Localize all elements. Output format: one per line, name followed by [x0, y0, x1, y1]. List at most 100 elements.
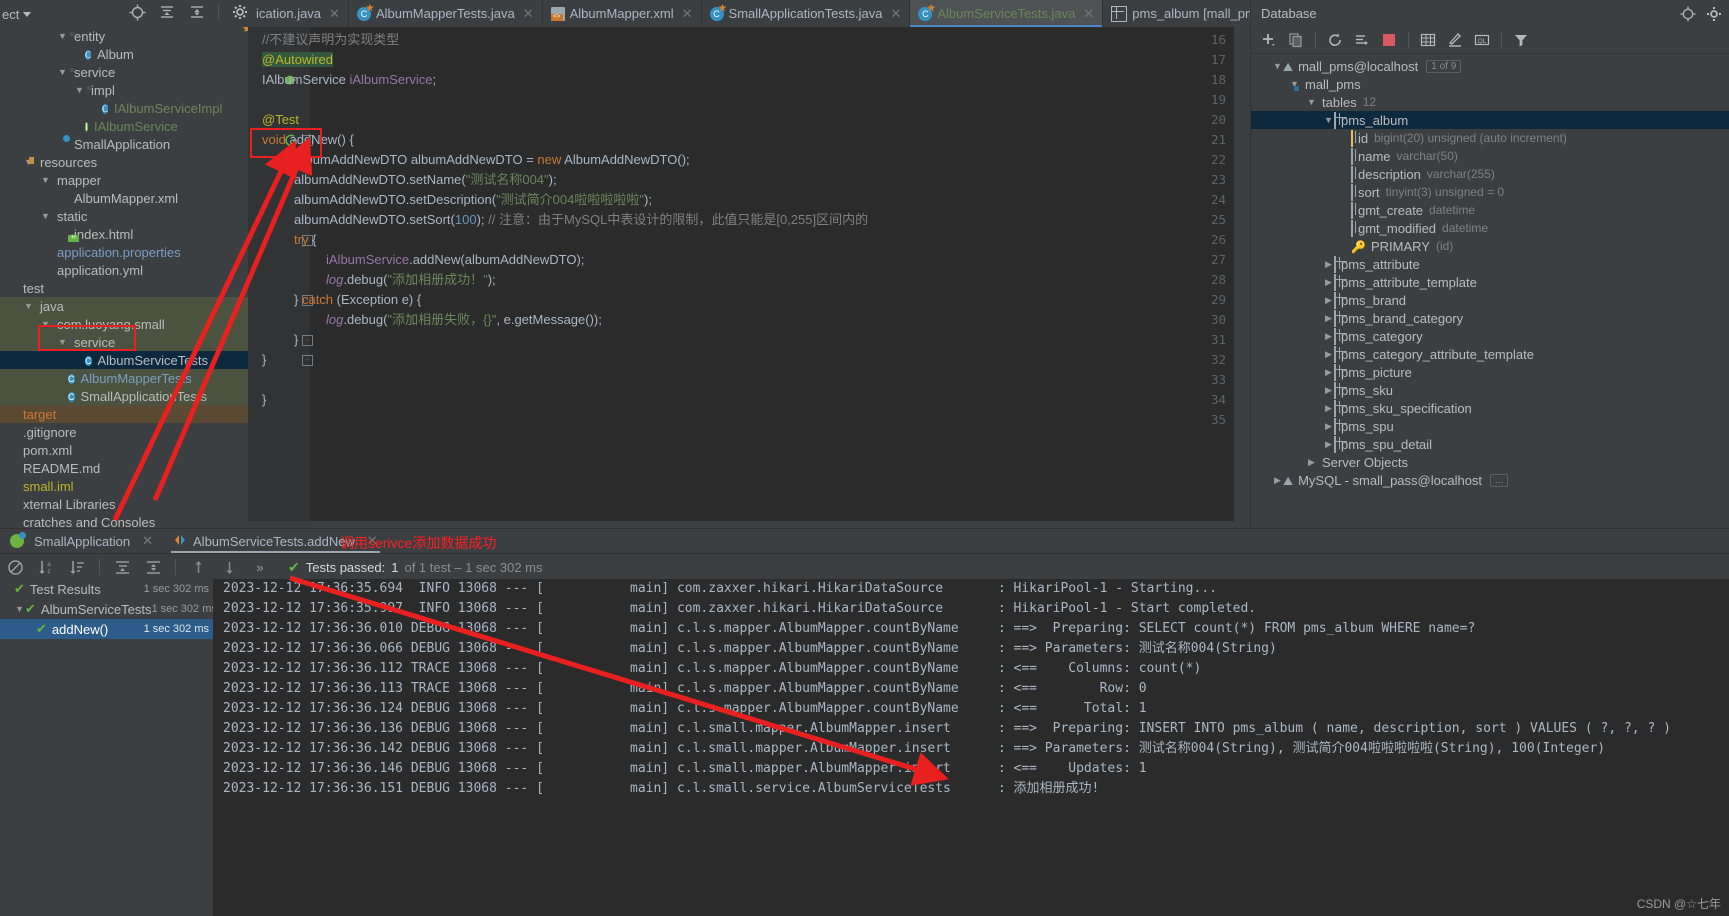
code-line[interactable]: IAlbumService iAlbumService; — [262, 70, 436, 90]
database-tree-item[interactable]: ▼ mall_pms — [1251, 75, 1729, 93]
database-tree-item[interactable]: ▶ pms_sku — [1251, 381, 1729, 399]
project-tool-window[interactable]: ▼ entity C Album ▼ service ▼ impl C IAlbumService… — [0, 27, 248, 547]
chevron-right-icon[interactable]: ▶ — [1306, 453, 1317, 471]
project-tree-item[interactable]: C Album — [0, 45, 248, 63]
code-line[interactable]: } — [262, 350, 266, 370]
close-icon[interactable]: ✕ — [523, 6, 534, 22]
project-tree-item[interactable]: README.md — [0, 459, 248, 477]
editor-warning-stripe[interactable] — [1234, 27, 1248, 521]
editor-tab-1[interactable]: C AlbumMapperTests.java ✕ — [349, 0, 543, 27]
code-line[interactable]: try { — [294, 230, 316, 250]
code-line[interactable]: } — [294, 330, 298, 350]
code-line[interactable]: @Test — [262, 110, 299, 130]
run-tab-0[interactable]: SmallApplication ✕ — [0, 529, 163, 553]
code-line[interactable]: albumAddNewDTO.setName("测试名称004"); — [294, 170, 557, 190]
chevron-down-icon[interactable]: ▼ — [23, 297, 34, 315]
project-tree-item[interactable]: C AlbumMapperTests — [0, 369, 248, 387]
database-tree-item[interactable]: ▼ pms_album — [1251, 111, 1729, 129]
more-icon[interactable]: » — [251, 558, 269, 576]
locate-icon[interactable] — [1680, 5, 1696, 22]
code-fold-icon[interactable]: - — [302, 355, 313, 366]
project-tree-item[interactable]: test — [0, 279, 248, 297]
run-console-output[interactable]: 2023-12-12 17:36:35.694 INFO 13068 --- [… — [213, 579, 1729, 916]
database-tree-item[interactable]: gmt_create datetime — [1251, 201, 1729, 219]
chevron-right-icon[interactable]: ▶ — [1323, 291, 1334, 309]
project-tree-item[interactable]: ▼resources — [0, 153, 248, 171]
chevron-right-icon[interactable]: ▶ — [1323, 273, 1334, 291]
database-tree-item[interactable]: ▶ pms_brand — [1251, 291, 1729, 309]
chevron-right-icon[interactable]: ▶ — [1323, 399, 1334, 417]
sort-alpha-icon[interactable]: az — [37, 558, 55, 576]
code-line[interactable]: } catch (Exception e) { — [294, 290, 421, 310]
project-tree-item[interactable]: index.html — [0, 225, 248, 243]
project-tree-item[interactable]: C AlbumServiceTests — [0, 351, 248, 369]
project-tree-item[interactable]: application.properties — [0, 243, 248, 261]
chevron-right-icon[interactable]: ▶ — [1323, 309, 1334, 327]
chevron-right-icon[interactable]: ▶ — [1323, 435, 1334, 453]
chevron-down-icon[interactable]: ▼ — [57, 27, 68, 45]
chevron-down-icon[interactable]: ▼ — [40, 207, 51, 225]
chevron-down-icon[interactable]: ▼ — [1323, 111, 1334, 129]
filter-icon[interactable] — [1513, 32, 1529, 48]
database-tree-item[interactable]: ▶ ⛰ MySQL - small_pass@localhost... — [1251, 471, 1729, 489]
database-tree-item[interactable]: 🔑 PRIMARY (id) — [1251, 237, 1729, 255]
table-icon[interactable] — [1420, 32, 1436, 48]
database-tree-item[interactable]: ▶ pms_attribute_template — [1251, 273, 1729, 291]
database-tree-item[interactable]: description varchar(255) — [1251, 165, 1729, 183]
database-tree-item[interactable]: ▶ pms_brand_category — [1251, 309, 1729, 327]
chevron-right-icon[interactable]: ▶ — [1272, 471, 1283, 489]
database-tree-item[interactable]: ▶ pms_attribute — [1251, 255, 1729, 273]
expand-all-icon[interactable] — [158, 3, 176, 21]
editor-tab-0[interactable]: ication.java ✕ — [248, 0, 349, 27]
close-icon[interactable]: ✕ — [682, 6, 693, 22]
project-tree-item[interactable]: ▼ impl — [0, 81, 248, 99]
chevron-right-icon[interactable]: ▶ — [1323, 327, 1334, 345]
database-tree-item[interactable]: ▶ pms_spu_detail — [1251, 435, 1729, 453]
chevron-down-icon[interactable]: ▼ — [1272, 57, 1283, 75]
chevron-right-icon[interactable]: ▶ — [1323, 417, 1334, 435]
project-tree-item[interactable]: SmallApplication — [0, 135, 248, 153]
copy-icon[interactable] — [1288, 32, 1304, 48]
project-tree-item[interactable]: ▼ service — [0, 63, 248, 81]
project-tree-item[interactable]: ▼ java — [0, 297, 248, 315]
chevron-right-icon[interactable]: ▶ — [1323, 363, 1334, 381]
editor-tab-3[interactable]: C SmallApplicationTests.java ✕ — [702, 0, 911, 27]
project-tree-item[interactable]: C IAlbumServiceImpl — [0, 99, 248, 117]
chevron-right-icon[interactable]: ▶ — [1323, 345, 1334, 363]
project-tree-item[interactable]: target — [0, 405, 248, 423]
database-tree-item[interactable]: sort tinyint(3) unsigned = 0 — [1251, 183, 1729, 201]
database-tree-item[interactable]: gmt_modified datetime — [1251, 219, 1729, 237]
database-tree-item[interactable]: ▶ pms_picture — [1251, 363, 1729, 381]
chevron-down-icon[interactable]: ▼ — [74, 81, 85, 99]
sync-icon[interactable] — [1354, 32, 1370, 48]
close-icon[interactable]: ✕ — [329, 6, 340, 22]
code-line[interactable]: albumAddNewDTO.setSort(100); // 注意：由于MyS… — [294, 210, 868, 230]
chevron-down-icon[interactable]: ▼ — [14, 600, 25, 618]
database-tree-item[interactable]: ▶ Server Objects — [1251, 453, 1729, 471]
add-icon[interactable] — [1261, 32, 1277, 48]
next-test-icon[interactable] — [220, 558, 238, 576]
test-tree-item[interactable]: ▼ ✔ AlbumServiceTests 1 sec 302 ms — [0, 599, 217, 619]
suppress-icon[interactable] — [6, 558, 24, 576]
editor-tab-2[interactable]: AlbumMapper.xml ✕ — [543, 0, 702, 27]
project-tree-item[interactable]: I IAlbumService — [0, 117, 248, 135]
project-tree-item[interactable]: application.yml — [0, 261, 248, 279]
close-icon[interactable]: ✕ — [142, 533, 153, 549]
code-editor[interactable]: 16//不建议声明为实现类型 17 @Autowired 18 IAlbumServic… — [248, 27, 1248, 521]
expand-all-icon[interactable] — [113, 558, 131, 576]
code-line[interactable]: //不建议声明为实现类型 — [262, 30, 399, 50]
test-results-tree[interactable]: ✔ Test Results 1 sec 302 ms ▼ ✔ AlbumServiceT… — [0, 579, 217, 916]
project-view-selector[interactable]: ect — [0, 4, 32, 24]
code-line[interactable]: AlbumAddNewDTO albumAddNewDTO = new Albu… — [294, 150, 690, 170]
settings-icon[interactable] — [1706, 6, 1722, 22]
project-tree-item[interactable]: ▼ entity — [0, 27, 248, 45]
database-tree-item[interactable]: ▶ pms_category — [1251, 327, 1729, 345]
project-tree-item[interactable]: xternal Libraries — [0, 495, 248, 513]
database-tree-item[interactable]: ▼ ⛰ mall_pms@localhost 1 of 9 — [1251, 57, 1729, 75]
locate-icon[interactable] — [128, 3, 146, 21]
code-line[interactable]: log.debug("添加相册失败，{}", e.getMessage()); — [326, 310, 602, 330]
project-tree-item[interactable]: ▼ static — [0, 207, 248, 225]
chevron-right-icon[interactable]: ▶ — [1323, 381, 1334, 399]
sort-duration-icon[interactable] — [68, 558, 86, 576]
stop-icon[interactable] — [1381, 32, 1397, 48]
